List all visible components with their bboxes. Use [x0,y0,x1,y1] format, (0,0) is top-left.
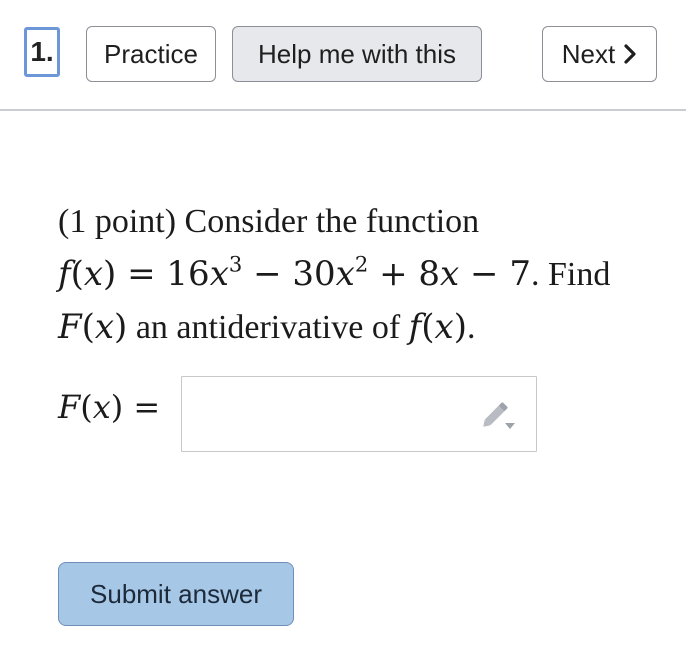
help-me-button[interactable]: Help me with this [232,26,482,82]
answer-label: F(x) = [58,388,161,426]
help-me-button-label: Help me with this [258,38,456,69]
practice-button-label: Practice [104,38,198,69]
problem-intro: Consider the function [184,203,480,240]
problem-statement: (1 point) Consider the function f(x) = 1… [58,203,611,347]
top-toolbar: 1. Practice Help me with this Next [0,0,700,111]
points-label: (1 point) [58,203,177,240]
next-button[interactable]: Next [542,26,657,82]
question-number[interactable]: 1. [24,27,60,77]
function-reference: f(x) [408,307,467,347]
find-word: Find [547,256,611,293]
function-definition: f(x) = 16x3 − 30x2 + 8x − 7 [58,251,531,294]
antiderivative-symbol: F(x) [58,307,128,347]
toolbar-divider [0,109,686,111]
submit-answer-button[interactable]: Submit answer [58,562,294,626]
chevron-right-icon [624,44,636,64]
next-button-label: Next [561,38,616,69]
submit-answer-label: Submit answer [90,578,262,609]
pencil-icon[interactable] [478,398,518,434]
practice-button[interactable]: Practice [86,26,216,82]
problem-tail: an antiderivative of [135,309,401,346]
